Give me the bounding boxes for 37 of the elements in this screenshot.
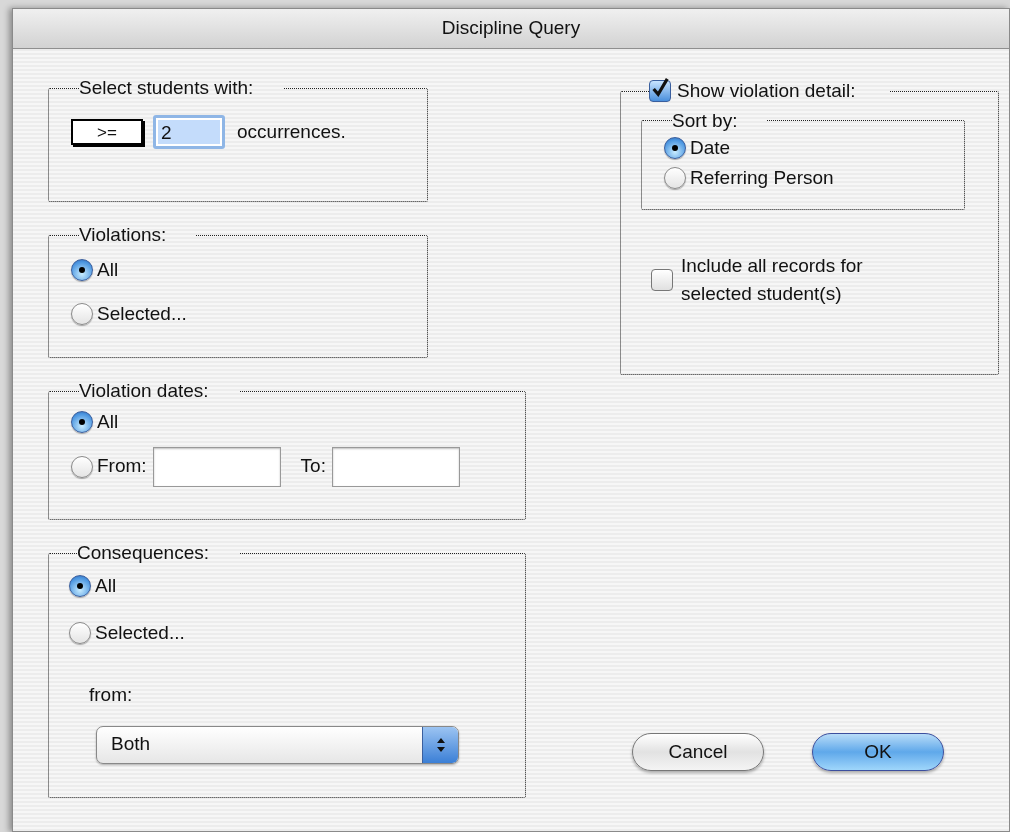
checkbox[interactable]	[649, 80, 671, 103]
group-label: Consequences:	[77, 542, 211, 564]
radio-button[interactable]	[71, 302, 93, 325]
radio-button[interactable]	[71, 411, 93, 434]
source-popup[interactable]: Both	[96, 725, 459, 764]
ok-button[interactable]: OK	[812, 733, 944, 771]
radio-label: Selected...	[97, 301, 187, 326]
checkbox-label: Include all records for selected student(s)	[681, 253, 864, 306]
window-title: Discipline Query	[441, 16, 581, 41]
group-label: Sort by:	[672, 109, 739, 132]
stepper-arrows-icon	[422, 726, 458, 763]
radio-button[interactable]	[69, 575, 91, 598]
operator-button[interactable]: >=	[71, 119, 143, 145]
to-date-field[interactable]	[331, 446, 460, 487]
to-label: To:	[300, 454, 326, 479]
radio-label: All	[95, 574, 117, 598]
group-label: Violation dates:	[79, 380, 210, 402]
radio-label: All	[97, 410, 119, 434]
radio-button[interactable]	[71, 259, 93, 282]
from-date-field[interactable]	[152, 446, 281, 487]
radio-button[interactable]	[69, 621, 91, 644]
checkbox-label: Show violation detail:	[677, 79, 856, 103]
radio-label: Referring Person	[690, 166, 834, 190]
radio-button[interactable]	[664, 167, 686, 190]
group-label: Select students with:	[79, 77, 255, 99]
radio-label: From:	[97, 454, 147, 479]
popup-value: Both	[110, 732, 152, 757]
checkbox[interactable]	[651, 268, 673, 291]
radio-button[interactable]	[664, 136, 686, 159]
radio-label: All	[97, 258, 119, 282]
group-label: Violations:	[79, 224, 168, 246]
from-label: from:	[89, 683, 133, 707]
cancel-button[interactable]: Cancel	[632, 733, 764, 771]
radio-label: Selected...	[95, 620, 185, 645]
occurrences-label: occurrences.	[237, 119, 346, 144]
radio-label: Date	[690, 135, 731, 160]
radio-button[interactable]	[71, 455, 93, 478]
